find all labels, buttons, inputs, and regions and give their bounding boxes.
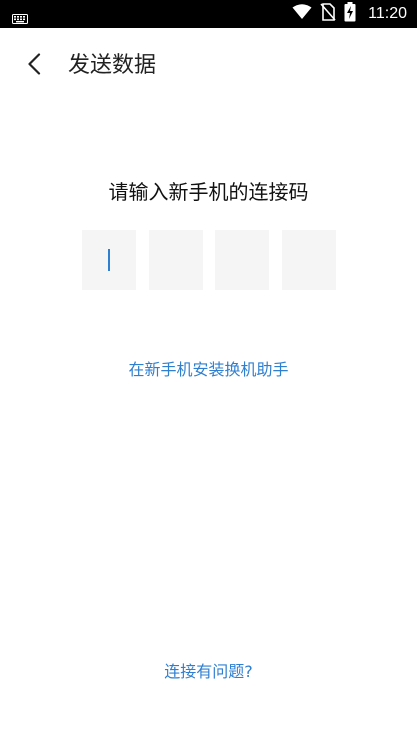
chevron-left-icon bbox=[27, 53, 41, 79]
connection-code-prompt: 请输入新手机的连接码 bbox=[108, 180, 309, 204]
code-box-3[interactable] bbox=[215, 230, 269, 290]
install-assistant-link[interactable]: 在新手机安装换机助手 bbox=[0, 356, 417, 384]
code-box-1[interactable] bbox=[82, 230, 136, 290]
connection-help-link[interactable]: 连接有问题? bbox=[0, 658, 417, 686]
no-sim-icon bbox=[320, 3, 336, 25]
wifi-icon bbox=[292, 4, 312, 24]
connection-code-input bbox=[82, 230, 336, 290]
status-icons: 11:20 bbox=[292, 0, 407, 28]
page-title: 发送数据 bbox=[68, 53, 157, 78]
status-bar: 11:20 bbox=[0, 0, 417, 28]
code-box-4[interactable] bbox=[282, 230, 336, 290]
status-time: 11:20 bbox=[368, 5, 407, 22]
text-cursor bbox=[108, 249, 110, 271]
keyboard-icon bbox=[12, 9, 28, 24]
back-button[interactable] bbox=[16, 48, 52, 84]
code-box-2[interactable] bbox=[149, 230, 203, 290]
battery-charging-icon bbox=[344, 2, 356, 26]
app-header: 发送数据 bbox=[0, 28, 417, 104]
